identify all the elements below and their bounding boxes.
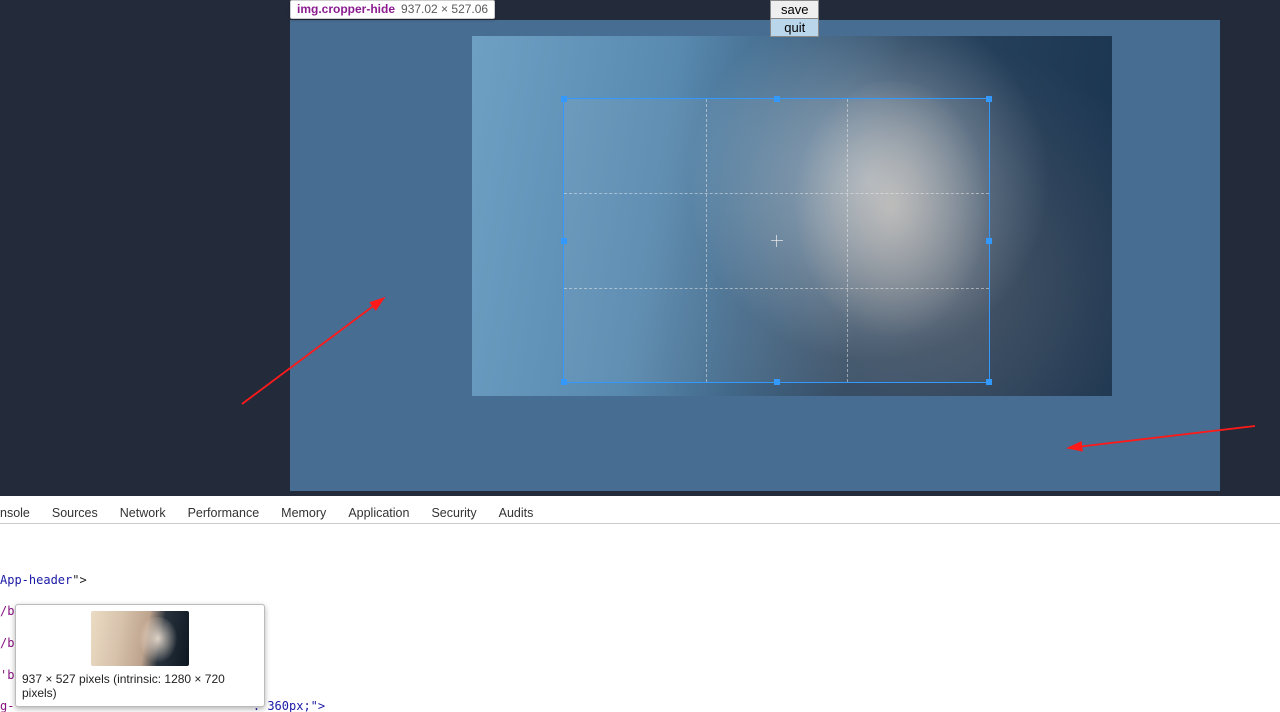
crop-handle-n[interactable] <box>774 96 780 102</box>
image-hover-caption: 937 × 527 pixels (intrinsic: 1280 × 720 … <box>22 666 258 700</box>
dom-line[interactable]: App-header"> <box>0 573 1280 589</box>
crop-handle-se[interactable] <box>986 379 992 385</box>
devtools-tab-audits[interactable]: Audits <box>499 506 534 520</box>
crop-handle-s[interactable] <box>774 379 780 385</box>
cropper-container[interactable] <box>290 20 1220 491</box>
devtools-tab-network[interactable]: Network <box>120 506 166 520</box>
crop-handle-w[interactable] <box>561 238 567 244</box>
crop-gridline <box>847 99 848 382</box>
button-stack: save quit <box>770 0 819 37</box>
tooltip-tag: img.cropper-hide <box>297 2 395 16</box>
crop-handle-nw[interactable] <box>561 96 567 102</box>
quit-button[interactable]: quit <box>770 19 819 37</box>
devtools-tab-security[interactable]: Security <box>431 506 476 520</box>
element-inspect-tooltip: img.cropper-hide937.02 × 527.06 <box>290 0 495 19</box>
crop-handle-e[interactable] <box>986 238 992 244</box>
crop-handle-ne[interactable] <box>986 96 992 102</box>
crop-gridline <box>564 193 989 194</box>
devtools-tab-memory[interactable]: Memory <box>281 506 326 520</box>
devtools-tab-bar: nsole Sources Network Performance Memory… <box>0 496 1280 524</box>
devtools-tab-sources[interactable]: Sources <box>52 506 98 520</box>
devtools-tab-console[interactable]: nsole <box>0 506 30 520</box>
crop-gridline <box>706 99 707 382</box>
image-hover-tooltip: 937 × 527 pixels (intrinsic: 1280 × 720 … <box>15 604 265 707</box>
devtools-tab-performance[interactable]: Performance <box>188 506 260 520</box>
tooltip-dimensions: 937.02 × 527.06 <box>395 2 488 16</box>
crop-gridline <box>564 288 989 289</box>
save-button[interactable]: save <box>770 0 819 19</box>
app-header: img.cropper-hide937.02 × 527.06 save qui… <box>0 0 1280 496</box>
image-hover-preview <box>91 611 189 666</box>
devtools-tab-application[interactable]: Application <box>348 506 409 520</box>
crop-handle-sw[interactable] <box>561 379 567 385</box>
crop-center-icon <box>771 235 783 247</box>
cropper-crop-box[interactable] <box>564 99 989 382</box>
